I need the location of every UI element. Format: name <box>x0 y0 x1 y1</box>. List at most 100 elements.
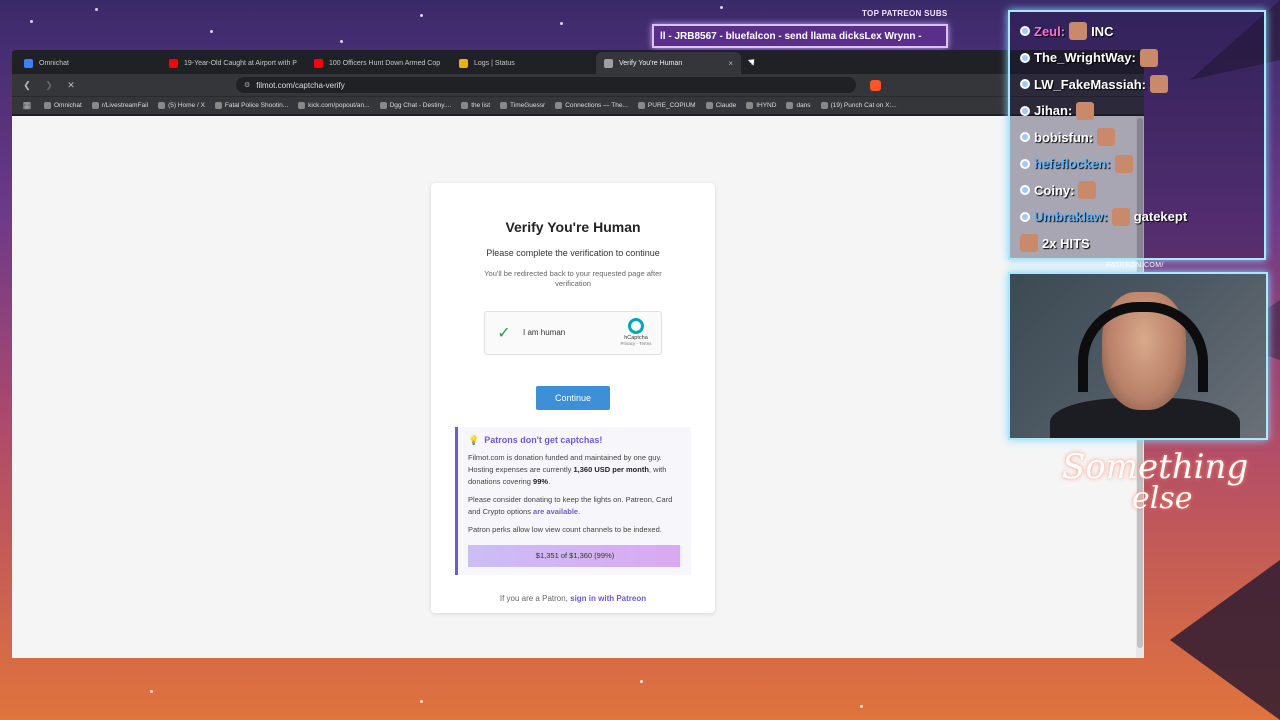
bookmark-label: TimeGuessr <box>510 102 546 109</box>
browser-window: Omnichat 19-Year-Old Caught at Airport wi… <box>12 50 1144 658</box>
bookmark-favicon-icon <box>500 102 508 109</box>
checkmark-icon[interactable]: ✓ <box>495 323 513 343</box>
bookmark-favicon-icon <box>705 102 713 109</box>
bookmark-item[interactable]: PURE_COPIUM <box>637 102 696 109</box>
chat-text: 2x HITS <box>1042 235 1090 251</box>
bookmark-favicon-icon <box>820 102 828 109</box>
something-else-signature: Something else <box>1062 450 1262 550</box>
site-info-icon[interactable]: ⚙ <box>244 81 250 89</box>
bookmark-item[interactable]: IHYND <box>746 102 776 109</box>
donate-options-link[interactable]: are available <box>533 507 578 516</box>
chat-username: LW_FakeMassiah: <box>1034 76 1146 92</box>
bookmark-item[interactable]: r/LivestreamFail <box>91 102 149 109</box>
lightbulb-icon: 💡 <box>468 434 480 445</box>
url-text: filmot.com/captcha-verify <box>256 80 345 90</box>
tab-favicon-icon <box>459 58 468 68</box>
chat-badge-icon <box>1020 211 1030 222</box>
patron-donate-text: Please consider donating to keep the lig… <box>468 494 683 518</box>
chat-emote-icon <box>1097 128 1116 147</box>
tab-favicon-icon <box>24 58 33 68</box>
chat-text: gatekept <box>1133 209 1188 225</box>
bookmark-label: Claude <box>715 102 737 109</box>
bookmark-favicon-icon <box>298 102 306 109</box>
donation-progress-text: $1,351 of $1,360 (99%) <box>535 551 615 560</box>
donation-progress-bar: $1,351 of $1,360 (99%) <box>468 544 682 567</box>
bookmark-label: dans <box>796 102 811 109</box>
stop-loading-icon[interactable]: ✕ <box>64 80 78 91</box>
bookmark-favicon-icon <box>158 102 166 109</box>
chat-badge-icon <box>1020 52 1030 63</box>
headset-icon <box>1078 302 1208 392</box>
bookmark-label: the list <box>471 102 491 109</box>
apps-grid-icon[interactable]: ▦ <box>20 100 34 111</box>
bookmark-favicon-icon <box>91 102 99 109</box>
page-subtitle: Please complete the verification to cont… <box>486 248 660 258</box>
tab-4[interactable]: Verify You're Human × <box>596 52 741 74</box>
bookmark-item[interactable]: Omnichat <box>44 102 82 109</box>
bookmark-item[interactable]: (5) Home / X <box>158 102 205 109</box>
tab-1[interactable]: 19-Year-Old Caught at Airport with P <box>161 52 306 74</box>
patron-perks-text: Patron perks allow low view count channe… <box>468 524 662 534</box>
bookmark-label: kick.com/popout/an... <box>308 102 370 109</box>
tab-close-icon[interactable]: × <box>728 59 733 68</box>
chat-emote-icon <box>1150 75 1168 94</box>
tab-3[interactable]: Logs | Status <box>451 52 596 74</box>
monthly-cost: 1,360 USD per month <box>573 464 649 474</box>
chat-badge-icon <box>1020 79 1030 90</box>
verify-card: Verify You're Human Please complete the … <box>431 183 715 613</box>
bookmark-item[interactable]: dans <box>786 102 811 109</box>
chat-badge-icon <box>1020 185 1030 196</box>
tab-title: 19-Year-Old Caught at Airport with P <box>184 59 297 67</box>
continue-button[interactable]: Continue <box>536 385 610 410</box>
bookmark-label: (19) Punch Cat on X:... <box>830 102 897 109</box>
chat-badge-icon <box>1020 105 1030 116</box>
chat-message: Zeul: INC <box>1020 18 1254 45</box>
chat-message: The_WrightWay: <box>1020 45 1254 72</box>
address-bar[interactable]: ⚙ filmot.com/captcha-verify <box>236 77 856 93</box>
chat-emote-icon <box>1069 22 1088 41</box>
bookmark-item[interactable]: kick.com/popout/an... <box>298 102 370 109</box>
sign-in-with-patreon-link[interactable]: sign in with Patreon <box>570 594 646 603</box>
bookmark-favicon-icon <box>461 102 469 109</box>
brave-shield-icon[interactable] <box>870 79 881 91</box>
bookmark-item[interactable]: Fatal Police Shootin... <box>214 102 289 109</box>
bookmark-label: (5) Home / X <box>168 102 205 109</box>
bookmark-label: Fatal Police Shootin... <box>224 102 289 109</box>
tab-title: 100 Officers Hunt Down Armed Cop <box>329 59 441 67</box>
chat-emote-icon <box>1076 101 1095 120</box>
captcha-label: I am human <box>523 328 566 337</box>
bookmark-label: Connections — The... <box>565 102 628 109</box>
browser-toolbar: ❮ ❯ ✕ ⚙ filmot.com/captcha-verify <box>12 74 1144 96</box>
chat-username: hefeflocken: <box>1034 156 1111 172</box>
forward-arrow-icon[interactable]: ❯ <box>42 80 56 91</box>
webcam-feed <box>1008 272 1268 440</box>
bookmark-item[interactable]: TimeGuessr <box>500 102 545 109</box>
top-patreon-subs-label: TOP PATREON SUBS <box>862 9 948 18</box>
bookmark-item[interactable]: the list <box>461 102 490 109</box>
chat-username: Jihan: <box>1034 103 1073 119</box>
bookmark-label: Dgg Chat - Destiny.... <box>389 102 452 109</box>
patreon-subs-ticker: ll - JRB8567 - bluefalcon - send llama d… <box>652 24 948 48</box>
tab-0[interactable]: Omnichat <box>16 52 161 74</box>
signin-prefix: If you are a Patron, <box>499 593 571 603</box>
captcha-terms-link[interactable]: Privacy - Terms <box>619 341 653 346</box>
coverage-percent: 99% <box>533 476 549 486</box>
bookmark-label: r/LivestreamFail <box>101 102 149 109</box>
chat-emote-icon <box>1020 234 1038 253</box>
bookmark-label: IHYND <box>756 102 777 109</box>
page-title: Verify You're Human <box>505 219 641 235</box>
back-arrow-icon[interactable]: ❮ <box>20 80 34 91</box>
chat-emote-icon <box>1139 48 1158 67</box>
hcaptcha-logo-icon <box>628 317 644 334</box>
bookmark-item[interactable]: Connections — The... <box>555 102 628 109</box>
tab-2[interactable]: 100 Officers Hunt Down Armed Cop <box>306 52 451 74</box>
patron-info-box: 💡 Patrons don't get captchas! Filmot.com… <box>455 426 691 575</box>
bookmarks-bar: ▦ Omnichat r/LivestreamFail (5) Home / X Fa… <box>12 96 1144 114</box>
bookmark-item[interactable]: (19) Punch Cat on X:... <box>820 102 897 109</box>
patreon-url-label: PATREON.COM/ <box>1106 262 1164 269</box>
bookmark-favicon-icon <box>786 102 794 109</box>
hcaptcha-widget[interactable]: ✓ I am human hCaptcha Privacy - Terms <box>484 310 662 355</box>
bookmark-item[interactable]: Dgg Chat - Destiny.... <box>379 102 452 109</box>
bookmark-item[interactable]: Claude <box>705 102 737 109</box>
chat-message: Umbraklaw: gatekept <box>1020 204 1254 231</box>
